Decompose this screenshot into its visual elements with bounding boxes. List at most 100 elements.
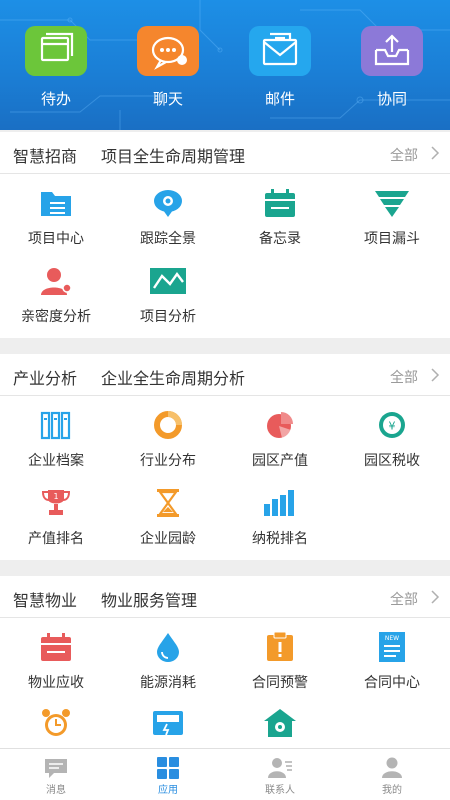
app-project-center[interactable]: 项目中心 [0, 188, 112, 248]
alarm-clock-icon [38, 708, 74, 738]
water-drop-icon [150, 632, 186, 662]
profile-icon [380, 757, 404, 779]
app-industry-distribution[interactable]: 行业分布 [112, 410, 224, 470]
app-label: 合同中心 [364, 675, 420, 691]
app-page: 待办 聊天 邮件 协同 智慧招商 项目全生命周期管理 全部 项目中心 跟踪全景 … [0, 0, 450, 800]
folder-list-icon [38, 188, 74, 218]
header-banner: 待办 聊天 邮件 协同 [0, 0, 450, 130]
app-park-output[interactable]: 园区产值 [224, 410, 336, 470]
bar-chart-icon [262, 488, 298, 518]
app-label: 纳税排名 [252, 531, 308, 547]
line-chart-icon [150, 266, 186, 296]
chevron-right-icon [431, 590, 440, 604]
quick-action-chat[interactable]: 聊天 [112, 26, 224, 109]
nav-label: 应用 [158, 785, 178, 796]
quick-action-mail[interactable]: 邮件 [224, 26, 336, 109]
app-label: 备忘录 [259, 231, 301, 247]
message-icon [44, 757, 68, 779]
quick-action-label: 协同 [376, 90, 407, 108]
app-memo[interactable]: 备忘录 [224, 188, 336, 248]
meter-icon [150, 708, 186, 738]
funnel-icon [374, 188, 410, 218]
app-property-receivable[interactable]: 物业应收 [0, 632, 112, 692]
section-header[interactable]: 智慧物业 物业服务管理 全部 [0, 576, 450, 618]
app-label: 项目分析 [140, 309, 196, 325]
section-header[interactable]: 智慧招商 项目全生命周期管理 全部 [0, 132, 450, 174]
view-all-link[interactable]: 全部 [390, 145, 418, 165]
app-park-tax[interactable]: ¥ 园区税收 [336, 410, 448, 470]
hourglass-icon [150, 488, 186, 518]
view-all-link[interactable]: 全部 [390, 589, 418, 609]
nav-tab-contacts[interactable]: 联系人 [224, 749, 336, 800]
section-investment: 智慧招商 项目全生命周期管理 全部 项目中心 跟踪全景 备忘录 项目漏斗 亲密度… [0, 132, 450, 338]
location-pin-icon [150, 188, 186, 218]
app-tax-ranking[interactable]: 纳税排名 [224, 488, 336, 548]
app-energy-consumption[interactable]: 能源消耗 [112, 632, 224, 692]
app-label: 合同预警 [252, 675, 308, 691]
section-subtitle: 项目全生命周期管理 [101, 147, 246, 166]
svg-text:¥: ¥ [389, 420, 396, 433]
section-title: 产业分析 [13, 369, 78, 388]
section-industry: 产业分析 企业全生命周期分析 全部 企业档案 行业分布 园区产值 ¥ 园区税收 … [0, 354, 450, 560]
app-label: 园区产值 [252, 453, 308, 469]
app-label: 企业档案 [28, 453, 84, 469]
quick-action-collab[interactable]: 协同 [336, 26, 448, 109]
chat-bubble-icon [137, 26, 199, 76]
section-header[interactable]: 产业分析 企业全生命周期分析 全部 [0, 354, 450, 396]
envelope-icon [249, 26, 311, 76]
pie-chart-icon [262, 410, 298, 440]
app-enterprise-archive[interactable]: 企业档案 [0, 410, 112, 470]
app-label: 跟踪全景 [140, 231, 196, 247]
app-enterprise-age[interactable]: 企业园龄 [112, 488, 224, 548]
app-label: 能源消耗 [140, 675, 196, 691]
window-stack-icon [25, 26, 87, 76]
app-intimacy-analysis[interactable]: 亲密度分析 [0, 266, 112, 326]
app-label: 项目中心 [28, 231, 84, 247]
nav-label: 消息 [46, 785, 66, 796]
chevron-right-icon [431, 146, 440, 160]
app-label: 亲密度分析 [21, 309, 91, 325]
app-label: 园区税收 [364, 453, 420, 469]
quick-action-todo[interactable]: 待办 [0, 26, 112, 109]
nav-label: 联系人 [265, 785, 295, 796]
app-project-funnel[interactable]: 项目漏斗 [336, 188, 448, 248]
contacts-icon [268, 757, 292, 779]
nav-tab-apps[interactable]: 应用 [112, 749, 224, 800]
calendar-icon [262, 188, 298, 218]
app-maintenance[interactable] [224, 708, 336, 738]
trophy-icon: 1 [38, 488, 74, 518]
bottom-nav: 消息 应用 联系人 我的 [0, 748, 450, 800]
app-label: 物业应收 [28, 675, 84, 691]
nav-tab-messages[interactable]: 消息 [0, 749, 112, 800]
section-subtitle: 物业服务管理 [101, 591, 198, 610]
quick-action-label: 聊天 [152, 90, 183, 108]
binders-icon [38, 410, 74, 440]
svg-text:NEW: NEW [385, 635, 399, 642]
app-tracking-overview[interactable]: 跟踪全景 [112, 188, 224, 248]
quick-action-label: 邮件 [264, 90, 295, 108]
app-project-analysis[interactable]: 项目分析 [112, 266, 224, 326]
section-title: 智慧物业 [13, 591, 78, 610]
app-contract-warning[interactable]: 合同预警 [224, 631, 336, 692]
view-all-link[interactable]: 全部 [390, 367, 418, 387]
inbox-upload-icon [361, 26, 423, 76]
app-label: 企业园龄 [140, 531, 196, 547]
app-label: 产值排名 [28, 531, 84, 547]
nav-tab-profile[interactable]: 我的 [336, 749, 448, 800]
app-meter[interactable] [112, 708, 224, 738]
chevron-right-icon [431, 368, 440, 382]
yen-coin-icon: ¥ [374, 410, 410, 440]
app-output-ranking[interactable]: 1 产值排名 [0, 488, 112, 548]
calendar-red-icon [38, 632, 74, 662]
section-title: 智慧招商 [13, 147, 78, 166]
new-document-icon: NEW [374, 632, 410, 662]
app-alarm[interactable] [0, 708, 112, 738]
nav-label: 我的 [382, 785, 402, 796]
svg-text:1: 1 [53, 492, 58, 501]
person-icon [38, 266, 74, 296]
apps-grid-icon [156, 757, 180, 779]
section-property: 智慧物业 物业服务管理 全部 物业应收 能源消耗 合同预警 NEW 合同中心 [0, 576, 450, 748]
app-contract-center[interactable]: NEW 合同中心 [336, 632, 448, 692]
app-label: 行业分布 [140, 453, 196, 469]
house-wrench-icon [262, 708, 298, 738]
